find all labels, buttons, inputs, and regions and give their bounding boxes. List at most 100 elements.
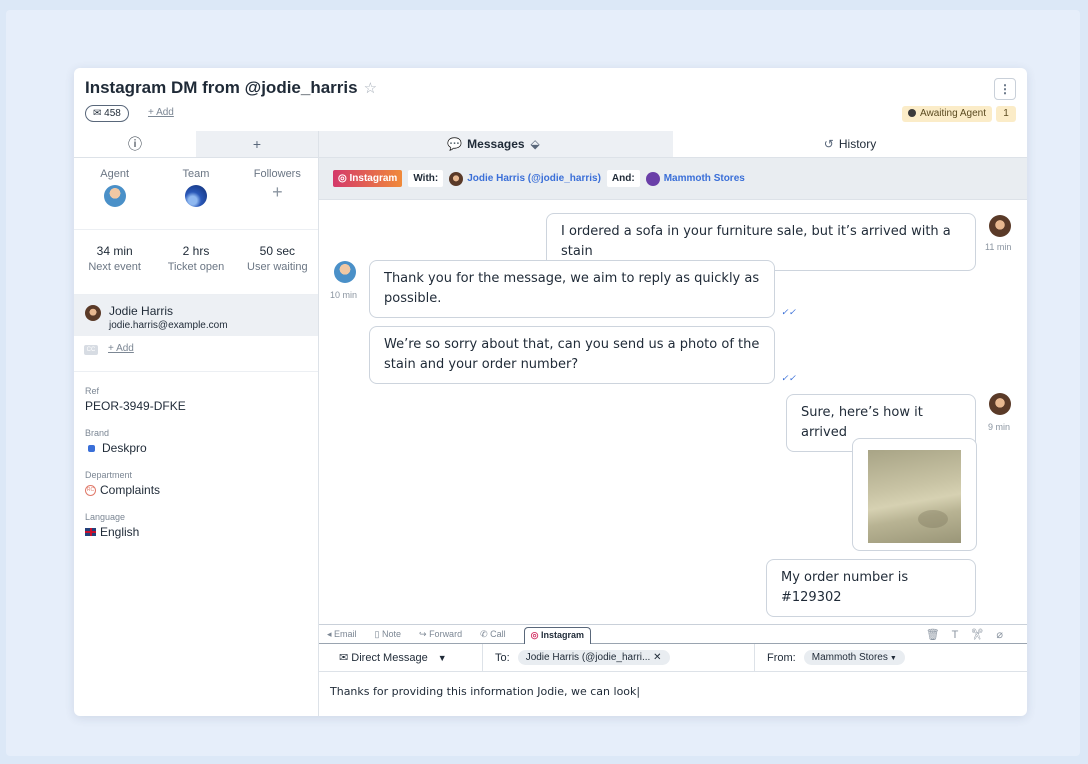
stat-value: 50 sec	[259, 244, 295, 258]
team-assignee[interactable]: Team	[155, 168, 236, 229]
cc-row: CC + Add	[74, 336, 318, 372]
composer-toolbar: 🗑T✂⌀	[926, 628, 1015, 641]
from-label: From:	[767, 651, 796, 664]
brand-icon	[88, 444, 95, 452]
tab-add[interactable]: +	[196, 131, 318, 157]
stain-mark	[918, 510, 948, 528]
and-label: And:	[606, 170, 640, 187]
add-follower-icon[interactable]: +	[237, 182, 318, 203]
star-icon[interactable]: ☆	[364, 80, 377, 97]
chat-icon: 💬	[447, 137, 463, 151]
tab-email[interactable]: ◂ Email	[327, 629, 357, 643]
sidebar-tabs: ⓘ +	[74, 131, 318, 158]
text-format-icon[interactable]: T	[952, 629, 971, 641]
send-icon: ◂	[327, 629, 335, 639]
to-value: Jodie Harris (@jodie_harri...	[525, 652, 651, 663]
stat-next-event: 34 min Next event	[74, 244, 155, 294]
remove-recipient-icon[interactable]: ✕	[650, 652, 661, 663]
from-value: Mammoth Stores	[811, 652, 888, 663]
contact-email: jodie.harris@example.com	[109, 320, 228, 331]
with-value: Jodie Harris (@jodie_harris)	[467, 173, 601, 184]
read-receipt-icon: ✓✓	[781, 373, 797, 383]
tab-info[interactable]: ⓘ	[74, 131, 196, 157]
cc-icon: CC	[84, 345, 98, 355]
message-count: 458	[104, 108, 121, 119]
tab-messages-label: Messages	[467, 137, 525, 151]
from-select[interactable]: Mammoth Stores ▼	[803, 650, 905, 665]
ticket-title-text: Instagram DM from @jodie_harris	[85, 78, 358, 97]
trash-icon[interactable]: 🗑	[926, 629, 952, 641]
and-value: Mammoth Stores	[663, 173, 745, 184]
ticket-card: Instagram DM from @jodie_harris ☆ ✉ 458 +…	[74, 68, 1027, 716]
main-tabs: 💬 Messages ⬙ ↺ History	[319, 131, 1027, 158]
message-count-badge[interactable]: ✉ 458	[85, 105, 129, 122]
composer-meta-row: ✉ Direct Message ▼ To: Jodie Harris (@jodi…	[319, 643, 1027, 672]
message-mode-select[interactable]: ✉ Direct Message ▼	[319, 643, 483, 672]
history-icon: ↺	[823, 137, 834, 151]
to-recipient-chip[interactable]: Jodie Harris (@jodie_harri... ✕	[517, 650, 670, 665]
message-agent-1: Thank you for the message, we aim to rep…	[369, 260, 775, 318]
sla-stats: 34 min Next event 2 hrs Ticket open 50 s…	[74, 230, 318, 295]
tab-email-label: Email	[334, 629, 357, 639]
cc-add-link[interactable]: + Add	[108, 343, 134, 354]
to-field: To: Jodie Harris (@jodie_harri... ✕	[483, 643, 755, 672]
tab-history[interactable]: ↺ History	[673, 131, 1027, 157]
language-value: English	[100, 525, 140, 539]
tab-history-label: History	[838, 137, 877, 151]
field-label-brand: Brand	[85, 428, 110, 438]
instagram-icon: ◎	[338, 173, 350, 184]
channel-label: Instagram	[349, 173, 398, 184]
agent-avatar	[103, 185, 126, 207]
more-options-button[interactable]: ⋮	[994, 78, 1016, 100]
tab-messages[interactable]: 💬 Messages ⬙	[319, 131, 673, 157]
instagram-channel-badge: ◎ Instagram	[333, 170, 403, 187]
message-photo-attachment[interactable]	[852, 438, 977, 551]
field-value-language[interactable]: English	[85, 525, 307, 539]
field-label-department: Department	[85, 470, 133, 480]
with-person[interactable]: Jodie Harris (@jodie_harris)	[449, 171, 601, 186]
assignment-row: Agent Team Followers +	[74, 158, 318, 230]
read-receipt-icon: ✓✓	[781, 307, 797, 317]
ref-value: PEOR-3949-DFKE	[85, 399, 186, 413]
tab-note-label: Note	[382, 629, 402, 639]
tab-instagram[interactable]: ◎ Instagram	[523, 627, 592, 644]
status-text: Awaiting Agent	[920, 108, 986, 119]
tab-note[interactable]: ▯ Note	[375, 629, 401, 643]
status-badge[interactable]: Awaiting Agent	[902, 106, 992, 122]
sort-icon[interactable]: ⬙	[531, 131, 540, 158]
brand-value: Deskpro	[102, 441, 147, 455]
uk-flag-icon	[85, 528, 96, 536]
followers-label: Followers	[253, 168, 301, 180]
ticket-header: Instagram DM from @jodie_harris ☆ ✉ 458 +…	[74, 68, 1027, 131]
field-value-ref[interactable]: PEOR-3949-DFKE	[85, 399, 307, 413]
attach-icon[interactable]: ⌀	[996, 629, 1015, 641]
add-label-link[interactable]: + Add	[148, 107, 174, 118]
agent-assignee[interactable]: Agent	[74, 168, 155, 229]
scissors-icon[interactable]: ✂	[970, 629, 996, 641]
chevron-down-icon: ▼	[437, 652, 447, 663]
ticket-fields: Ref PEOR-3949-DFKE Brand Deskpro Departm…	[74, 386, 318, 539]
stat-label: Ticket open	[167, 261, 225, 273]
agent-label: Agent	[100, 168, 130, 180]
field-value-department[interactable]: RC Complaints	[85, 483, 307, 497]
stat-label: User waiting	[247, 261, 308, 273]
ticket-title: Instagram DM from @jodie_harris ☆	[85, 78, 377, 98]
message-list: I ordered a sofa in your furniture sale,…	[319, 201, 1027, 624]
department-value: Complaints	[100, 483, 161, 497]
stat-value: 34 min	[96, 244, 133, 258]
envelope-icon: ✉	[339, 651, 352, 664]
tab-call[interactable]: ✆ Call	[480, 629, 506, 643]
phone-icon: ✆	[480, 629, 491, 639]
stat-ticket-open: 2 hrs Ticket open	[155, 244, 236, 294]
sofa-stain-photo	[868, 450, 961, 543]
tab-forward[interactable]: ↪ Forward	[419, 629, 462, 643]
stat-user-waiting: 50 sec User waiting	[237, 244, 318, 294]
to-label: To:	[495, 651, 510, 664]
reply-textarea[interactable]: Thanks for providing this information Jo…	[319, 672, 1027, 711]
field-value-brand[interactable]: Deskpro	[85, 441, 307, 455]
followers[interactable]: Followers +	[237, 168, 318, 229]
and-brand[interactable]: Mammoth Stores	[645, 171, 745, 186]
agent-avatar	[334, 261, 356, 283]
contact-card[interactable]: Jodie Harris jodie.harris@example.com	[74, 295, 318, 336]
department-icon: RC	[85, 484, 96, 496]
